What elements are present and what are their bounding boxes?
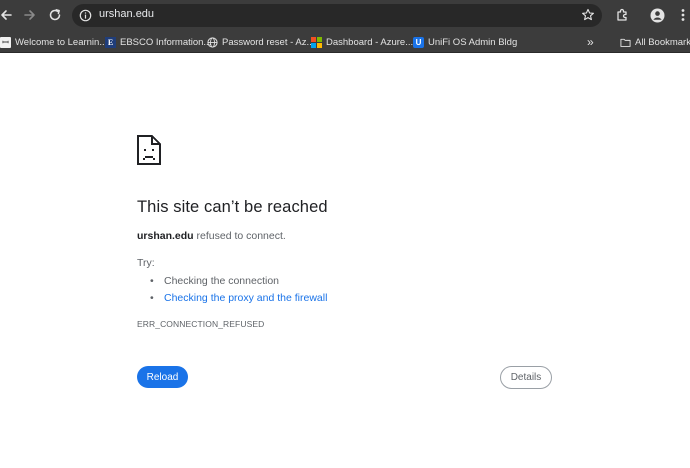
microsoft-favicon (311, 36, 322, 48)
learning-favicon: ꟷ (0, 36, 11, 48)
error-page: This site can’t be reached urshan.edu re… (0, 54, 690, 468)
suggestion-list: Checking the connection Checking the pro… (150, 273, 327, 307)
details-button[interactable]: Details (500, 366, 552, 389)
arrow-left-icon (1, 10, 12, 20)
sad-page-icon (137, 135, 161, 170)
reload-nav-button[interactable] (45, 5, 65, 25)
menu-button[interactable] (673, 5, 690, 25)
address-bar[interactable]: urshan.edu (72, 4, 602, 27)
star-icon[interactable] (581, 8, 595, 27)
bookmark-welcome-learning[interactable]: ꟷ Welcome to Learnin... (0, 34, 107, 50)
reload-button[interactable]: Reload (137, 366, 188, 388)
forward-button[interactable] (20, 5, 40, 25)
person-icon (650, 8, 664, 22)
error-message-text: refused to connect. (193, 230, 286, 242)
arrow-right-icon (24, 10, 35, 20)
info-icon[interactable] (79, 9, 92, 27)
extensions-button[interactable] (612, 5, 632, 25)
kebab-menu-icon (681, 9, 685, 21)
ebsco-favicon: E (105, 36, 116, 48)
try-label: Try: (137, 257, 155, 269)
bookmark-password-reset[interactable]: Password reset - Az... (207, 34, 314, 50)
bookmark-unifi-admin[interactable]: U UniFi OS Admin Bldg (413, 34, 517, 50)
error-code: ERR_CONNECTION_REFUSED (137, 319, 265, 329)
suggestion-check-proxy-firewall[interactable]: Checking the proxy and the firewall (150, 290, 327, 307)
puzzle-icon (617, 8, 627, 21)
all-bookmarks-button[interactable]: All Bookmarks (620, 34, 690, 50)
profile-button[interactable] (647, 5, 667, 25)
url-text[interactable]: urshan.edu (99, 8, 154, 20)
reload-icon (49, 9, 61, 21)
globe-icon (207, 36, 218, 48)
bookmark-ebsco[interactable]: E EBSCO Information... (105, 34, 211, 50)
error-message: urshan.edu refused to connect. (137, 230, 286, 242)
page-title: This site can’t be reached (137, 198, 328, 216)
unifi-favicon: U (413, 36, 424, 48)
browser-toolbar: urshan.edu (0, 0, 690, 31)
bookmarks-overflow-button[interactable]: » (587, 34, 594, 50)
bookmarks-bar: ꟷ Welcome to Learnin... E EBSCO Informat… (0, 31, 690, 53)
error-host: urshan.edu (137, 230, 194, 242)
folder-icon (620, 37, 631, 48)
back-button[interactable] (0, 5, 16, 25)
suggestion-check-connection: Checking the connection (150, 273, 327, 290)
bookmark-azure-dashboard[interactable]: Dashboard - Azure... (311, 34, 413, 50)
